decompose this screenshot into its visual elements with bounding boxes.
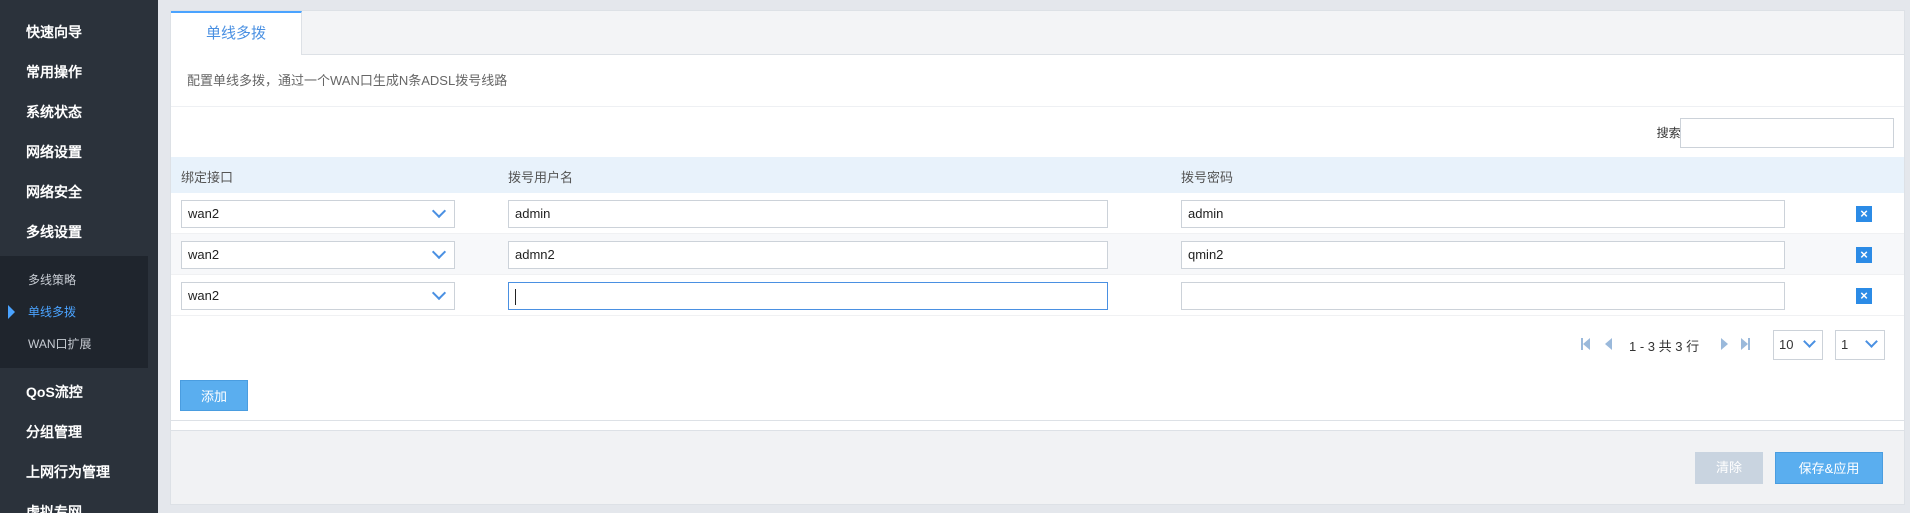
- page-number-select[interactable]: 1: [1835, 330, 1885, 360]
- clear-button[interactable]: 清除: [1695, 452, 1763, 484]
- chevron-down-icon: [431, 244, 447, 260]
- sidebar-item-vpn[interactable]: 虚拟专网: [0, 492, 158, 513]
- last-page-icon[interactable]: [1741, 338, 1748, 350]
- interface-select-value: wan2: [188, 206, 220, 221]
- username-input[interactable]: admin: [508, 200, 1108, 228]
- sidebar-submenu: 多线策略 单线多拨 WAN口扩展: [0, 256, 148, 368]
- interface-select-value: wan2: [188, 288, 220, 303]
- sidebar: 快速向导 常用操作 系统状态 网络设置 网络安全 多线设置 多线策略 单线多拨 …: [0, 0, 158, 513]
- chevron-down-icon: [1865, 335, 1878, 348]
- active-pointer-icon: [8, 305, 15, 319]
- first-page-icon[interactable]: [1583, 338, 1590, 350]
- chevron-down-icon: [431, 285, 447, 301]
- delete-row-icon[interactable]: ×: [1856, 247, 1872, 263]
- password-input[interactable]: [1181, 282, 1785, 310]
- footer-bar: 清除 保存&应用: [171, 430, 1904, 504]
- last-page-bar: [1748, 338, 1750, 350]
- prev-page-icon[interactable]: [1605, 338, 1612, 350]
- add-row: 添加: [171, 366, 1904, 421]
- table-row: wan2 ×: [171, 275, 1904, 316]
- chevron-down-icon: [1803, 335, 1816, 348]
- header-username: 拨号用户名: [508, 170, 574, 185]
- next-page-icon[interactable]: [1721, 338, 1728, 350]
- delete-row-icon[interactable]: ×: [1856, 288, 1872, 304]
- sidebar-item-behavior-management[interactable]: 上网行为管理: [0, 452, 158, 492]
- save-apply-button[interactable]: 保存&应用: [1775, 452, 1883, 484]
- chevron-down-icon: [431, 203, 447, 219]
- header-password: 拨号密码: [1181, 170, 1234, 185]
- page-description: 配置单线多拨，通过一个WAN口生成N条ADSL拨号线路: [171, 55, 1904, 107]
- search-row: 搜索:: [171, 107, 1904, 157]
- sidebar-item-multiline-settings[interactable]: 多线设置: [0, 212, 158, 252]
- tab-bar: 单线多拨: [171, 11, 1904, 55]
- sidebar-item-quick-guide[interactable]: 快速向导: [0, 12, 158, 52]
- sidebar-item-network-security[interactable]: 网络安全: [0, 172, 158, 212]
- header-interface: 绑定接口: [181, 170, 234, 185]
- submenu-item-label: 单线多拨: [28, 305, 77, 319]
- add-button[interactable]: 添加: [180, 380, 248, 411]
- sidebar-item-network-settings[interactable]: 网络设置: [0, 132, 158, 172]
- page-size-select[interactable]: 10: [1773, 330, 1823, 360]
- password-input[interactable]: admin: [1181, 200, 1785, 228]
- username-input[interactable]: [508, 282, 1108, 310]
- submenu-item-wan-expansion[interactable]: WAN口扩展: [0, 328, 148, 360]
- submenu-item-single-line-multi-dial[interactable]: 单线多拨: [0, 296, 148, 328]
- pagination-info: 1 - 3 共 3 行: [1629, 339, 1700, 354]
- sidebar-item-system-status[interactable]: 系统状态: [0, 92, 158, 132]
- sidebar-item-group-management[interactable]: 分组管理: [0, 412, 158, 452]
- page-size-value: 10: [1779, 337, 1794, 352]
- username-input[interactable]: admn2: [508, 241, 1108, 269]
- submenu-item-multiline-policy[interactable]: 多线策略: [0, 264, 148, 296]
- interface-select[interactable]: wan2: [181, 282, 455, 310]
- delete-row-icon[interactable]: ×: [1856, 206, 1872, 222]
- table-header: 绑定接口 拨号用户名 拨号密码: [171, 157, 1904, 193]
- sidebar-item-common-ops[interactable]: 常用操作: [0, 52, 158, 92]
- table-row: wan2 admin admin ×: [171, 193, 1904, 234]
- main-panel: 单线多拨 配置单线多拨，通过一个WAN口生成N条ADSL拨号线路 搜索: 绑定接…: [170, 10, 1905, 505]
- sidebar-item-qos[interactable]: QoS流控: [0, 372, 158, 412]
- search-input[interactable]: [1680, 118, 1894, 148]
- text-caret: [515, 288, 516, 305]
- interface-select-value: wan2: [188, 247, 220, 262]
- page-number-value: 1: [1841, 337, 1849, 352]
- sidebar-top-spacer: [0, 0, 158, 12]
- tab-single-line-multi-dial[interactable]: 单线多拨: [171, 11, 302, 55]
- password-input[interactable]: qmin2: [1181, 241, 1785, 269]
- pagination: 1 - 3 共 3 行 10 1: [171, 316, 1904, 366]
- table-row: wan2 admn2 qmin2 ×: [171, 234, 1904, 275]
- interface-select[interactable]: wan2: [181, 200, 455, 228]
- interface-select[interactable]: wan2: [181, 241, 455, 269]
